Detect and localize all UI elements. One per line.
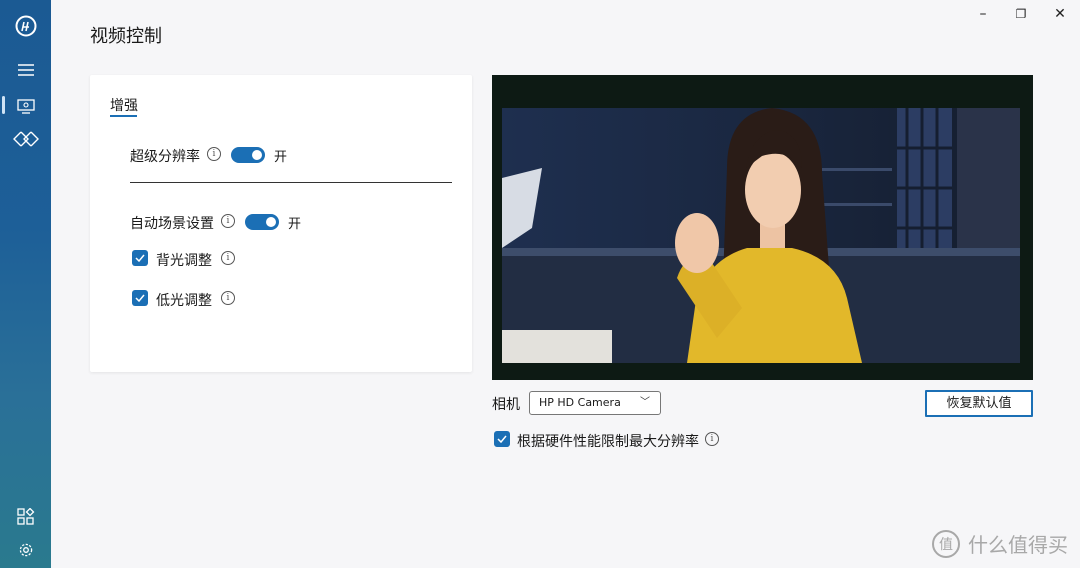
backlight-checkbox[interactable] [132,250,148,266]
super-resolution-state: 开 [274,150,288,165]
auto-scene-state: 开 [288,217,302,232]
lowlight-label: 低光调整 [156,293,212,309]
page-title: 视频控制 [90,26,162,47]
auto-scene-info-icon[interactable]: i [221,214,235,228]
watermark-logo-icon: 值 [932,529,960,558]
super-resolution-toggle[interactable] [231,147,265,163]
limit-resolution-label: 根据硬件性能限制最大分辨率 [517,434,699,450]
auto-scene-label: 自动场景设置 [130,216,214,232]
preview-image [502,108,1020,363]
maximize-button[interactable]: ❐ [1001,0,1041,28]
watermark: 值 什么值得买 [932,529,1068,558]
super-resolution-info-icon[interactable]: i [207,147,221,161]
backlight-info-icon[interactable]: i [221,251,235,265]
limit-resolution-info-icon[interactable]: i [705,432,719,446]
menu-icon[interactable] [0,58,51,82]
settings-icon[interactable] [0,538,51,562]
diamond-arrows-icon[interactable] [0,127,51,151]
super-resolution-label: 超级分辨率 [130,149,200,165]
auto-scene-toggle[interactable] [245,214,279,230]
watermark-text: 什么值得买 [968,533,1068,557]
chevron-down-icon: ﹀ [640,397,650,408]
camera-preview [492,75,1033,380]
enhance-card: 增强 超级分辨率 i 开 自动场景设置 i 开 背光调整 i 低光调整 i [90,75,472,372]
minimize-button[interactable]: – [963,0,1003,28]
camera-select[interactable]: HP HD Camera ﹀ [529,391,661,415]
camera-label: 相机 [492,397,520,413]
limit-resolution-checkbox[interactable] [494,431,510,447]
apps-icon[interactable] [0,505,51,529]
tab-enhance[interactable]: 增强 [110,95,138,115]
sidebar [0,0,51,568]
close-button[interactable]: ✕ [1040,0,1080,28]
backlight-label: 背光调整 [156,253,212,269]
tab-underline [110,115,137,117]
monitor-icon[interactable] [0,94,51,118]
lowlight-checkbox[interactable] [132,290,148,306]
camera-select-value: HP HD Camera [539,396,621,409]
lowlight-info-icon[interactable]: i [221,291,235,305]
divider [130,182,452,183]
reset-defaults-button[interactable]: 恢复默认值 [925,390,1033,417]
hp-logo-icon[interactable] [0,12,51,40]
